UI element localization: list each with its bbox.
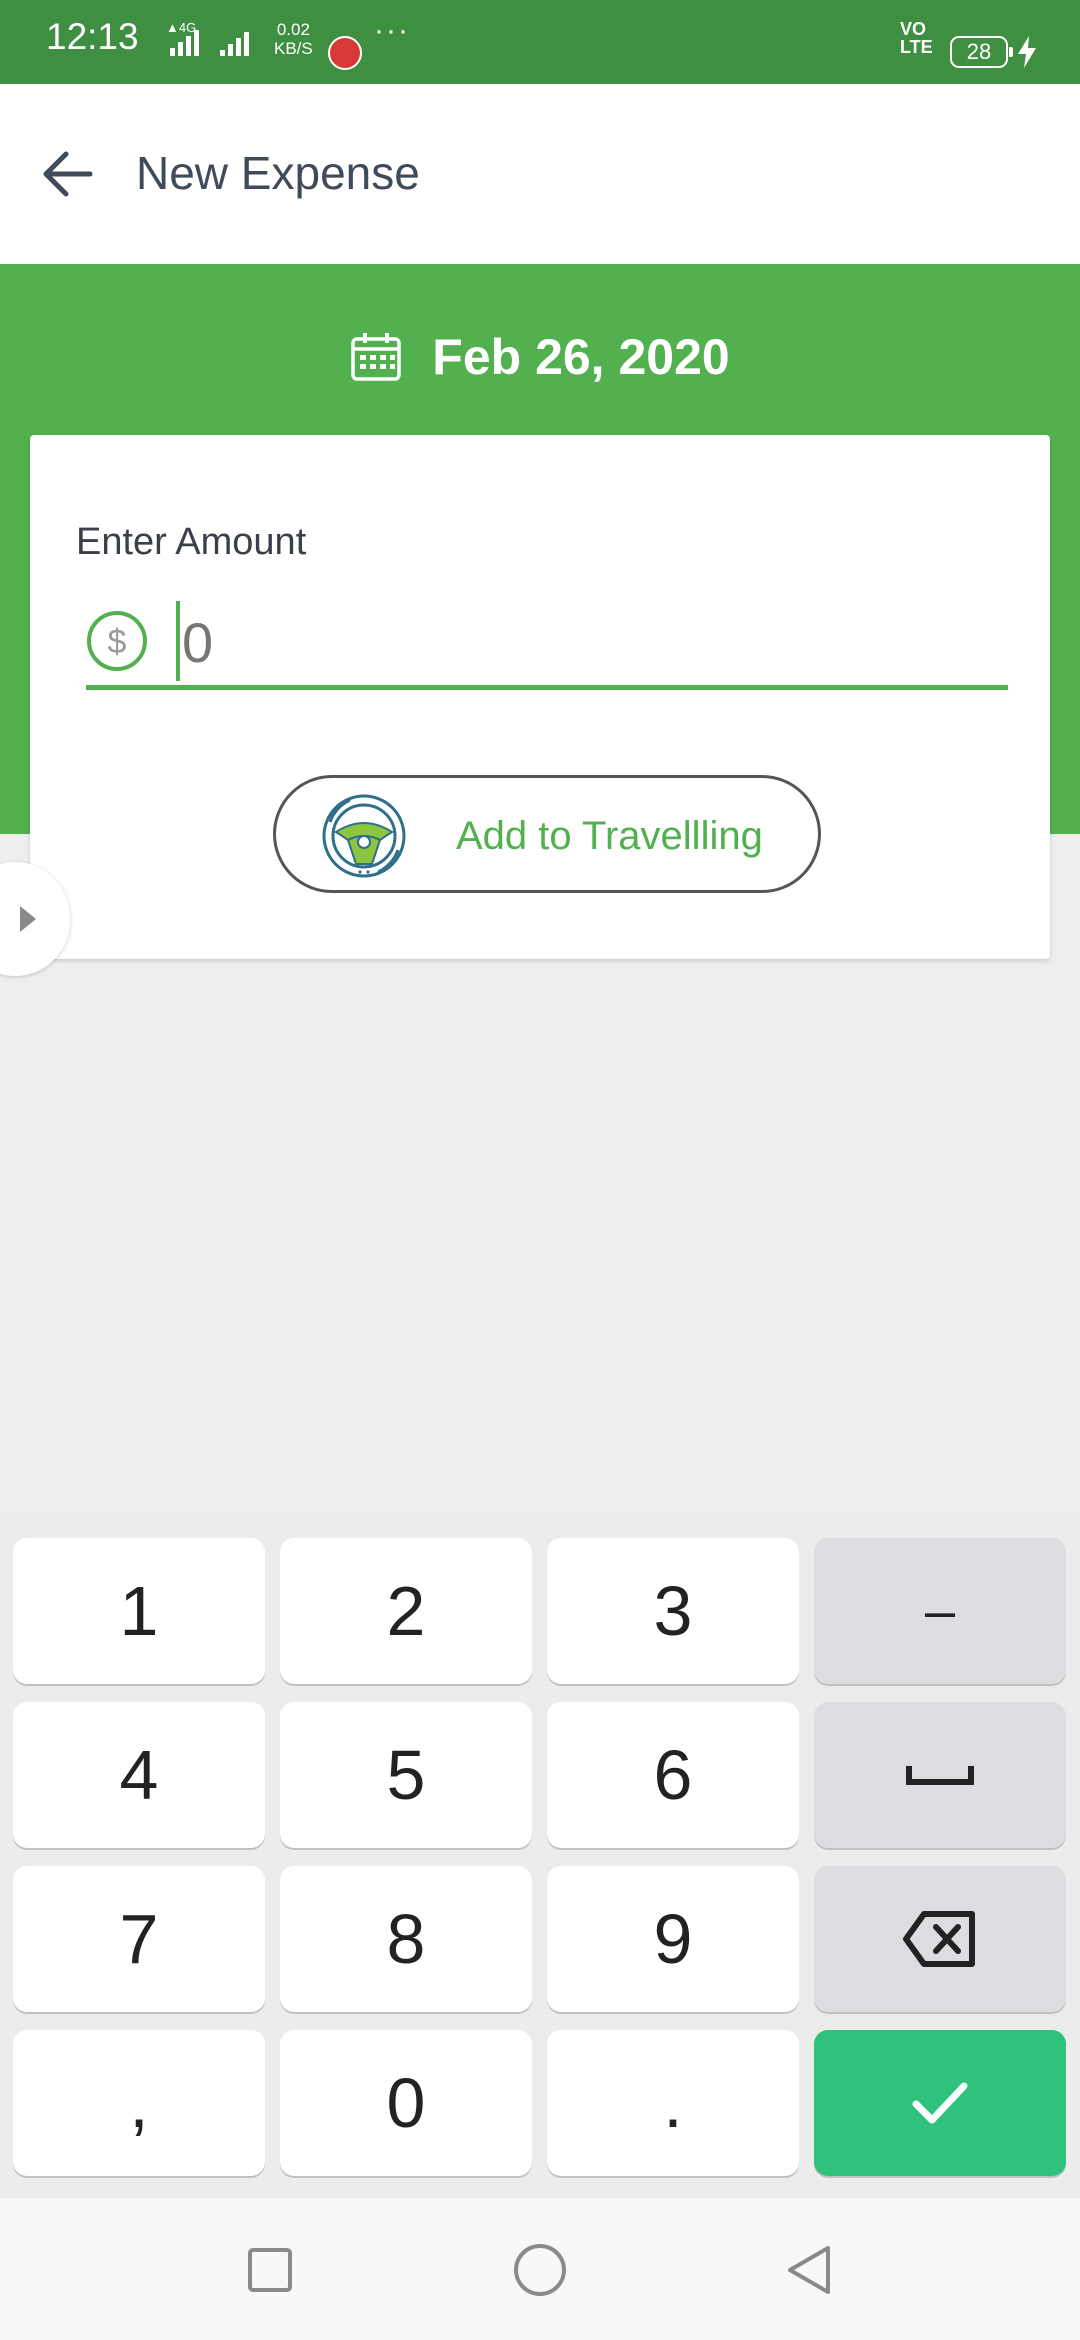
square-icon[interactable] — [242, 2242, 298, 2298]
key-0[interactable]: 0 — [280, 2030, 532, 2176]
text-cursor — [176, 601, 180, 681]
key-comma[interactable]: , — [13, 2030, 265, 2176]
calendar-icon — [351, 333, 402, 381]
key-9[interactable]: 9 — [547, 1866, 799, 2012]
svg-text:▲4G: ▲4G — [166, 20, 196, 35]
key-dot[interactable]: . — [547, 2030, 799, 2176]
key-minus[interactable]: – — [814, 1538, 1066, 1684]
key-3[interactable]: 3 — [547, 1538, 799, 1684]
page-title: New Expense — [136, 147, 420, 199]
status-bar: 12:13 ▲4G 0.02 KB/S ··· VO LTE 28 — [0, 0, 1080, 84]
amount-card: Enter Amount $ Add to Travellling — [30, 435, 1050, 959]
amount-input[interactable] — [176, 603, 1002, 681]
caret-right-icon — [20, 906, 36, 932]
data-speed: 0.02 KB/S — [274, 20, 313, 58]
amount-input-underline — [86, 685, 1008, 690]
system-nav-bar — [0, 2198, 1080, 2340]
status-time: 12:13 — [46, 16, 139, 57]
key-8[interactable]: 8 — [280, 1866, 532, 2012]
backspace-icon — [903, 1911, 975, 1967]
key-done[interactable] — [814, 2030, 1066, 2176]
notification-app-icon — [328, 36, 362, 70]
space-icon — [906, 1766, 974, 1785]
key-4[interactable]: 4 — [13, 1702, 265, 1848]
battery-icon: 28 — [950, 36, 1013, 68]
key-1[interactable]: 1 — [13, 1538, 265, 1684]
key-2[interactable]: 2 — [280, 1538, 532, 1684]
volte-indicator: VO LTE — [900, 19, 933, 57]
key-5[interactable]: 5 — [280, 1702, 532, 1848]
date-selector[interactable]: Feb 26, 2020 — [0, 328, 1080, 388]
key-backspace[interactable] — [814, 1866, 1066, 2012]
key-space[interactable] — [814, 1702, 1066, 1848]
charging-icon — [1018, 36, 1036, 68]
numeric-keyboard: 1 2 3 – 4 5 6 7 8 9 , 0 . — [0, 1512, 1080, 2198]
add-to-travelling-label: Add to Travellling — [456, 814, 763, 858]
more-notifications-icon: ··· — [374, 14, 410, 47]
triangle-back-icon[interactable] — [782, 2242, 838, 2298]
amount-label: Enter Amount — [76, 521, 307, 563]
key-7[interactable]: 7 — [13, 1866, 265, 2012]
arrow-left-icon[interactable] — [30, 136, 106, 212]
key-6[interactable]: 6 — [547, 1702, 799, 1848]
steering-wheel-icon — [322, 794, 406, 878]
app-bar: New Expense — [0, 84, 1080, 264]
add-to-travelling-button[interactable]: Add to Travellling — [273, 775, 821, 893]
dollar-circle-icon: $ — [87, 611, 147, 671]
checkmark-icon — [912, 2082, 968, 2124]
selected-date: Feb 26, 2020 — [432, 329, 730, 385]
circle-icon[interactable] — [512, 2242, 568, 2298]
svg-text:$: $ — [108, 623, 127, 661]
